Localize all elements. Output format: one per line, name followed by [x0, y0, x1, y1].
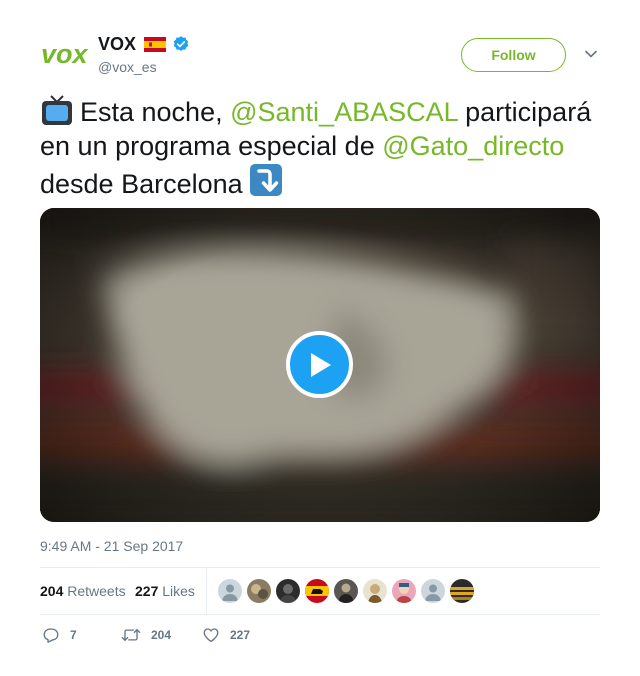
- like-count: 227: [230, 628, 251, 642]
- tweet-text: Esta noche, @Santi_ABASCAL participará e…: [40, 94, 600, 201]
- tweet-stats: 204 Retweets 227 Likes: [40, 567, 600, 615]
- tweet-text-part3: desde Barcelona: [40, 169, 243, 199]
- retweets-count: 204: [40, 583, 64, 599]
- retweets-label: Retweets: [67, 583, 126, 599]
- retweet-count: 204: [151, 628, 172, 642]
- play-icon: [310, 352, 331, 377]
- play-button[interactable]: [286, 331, 353, 398]
- mention-santi-abascal[interactable]: @Santi_ABASCAL: [230, 97, 458, 127]
- likes-count: 227: [135, 583, 159, 599]
- retweets-stat[interactable]: 204 Retweets: [40, 583, 126, 599]
- avatar[interactable]: [450, 579, 474, 603]
- tweet-timestamp[interactable]: 9:49 AM - 21 Sep 2017: [40, 538, 183, 554]
- like-button[interactable]: 227: [202, 626, 250, 644]
- television-icon: [42, 95, 72, 125]
- arrow-down-right-icon: [249, 164, 282, 196]
- tweet-text-part1: Esta noche,: [80, 97, 231, 127]
- tweet-card: vox VOX @vox_es Follow Esta noche, @Sant…: [40, 30, 600, 643]
- heart-icon: [203, 628, 219, 643]
- account-handle[interactable]: @vox_es: [98, 59, 157, 75]
- avatar[interactable]: [421, 579, 445, 603]
- reply-count: 7: [70, 628, 77, 642]
- avatar[interactable]: [247, 579, 271, 603]
- avatar[interactable]: [363, 579, 387, 603]
- account-name-row: VOX: [98, 32, 190, 56]
- avatar[interactable]: [305, 579, 329, 603]
- avatar[interactable]: [392, 579, 416, 603]
- retweet-button[interactable]: 204: [121, 626, 171, 644]
- avatar[interactable]: [218, 579, 242, 603]
- verified-badge-icon: [173, 36, 189, 52]
- follow-button[interactable]: Follow: [461, 38, 566, 72]
- likes-label: Likes: [162, 583, 195, 599]
- avatar[interactable]: [334, 579, 358, 603]
- liker-avatars: [218, 579, 479, 603]
- stats-divider: [206, 568, 207, 614]
- reply-button[interactable]: 7: [42, 626, 77, 644]
- tweet-header: vox VOX @vox_es Follow: [40, 30, 600, 88]
- video-player[interactable]: [40, 208, 600, 522]
- tweet-actions: 7 204 227: [40, 626, 600, 646]
- svg-text:vox: vox: [41, 39, 89, 69]
- retweet-icon: [121, 629, 141, 641]
- mention-gato-directo[interactable]: @Gato_directo: [382, 131, 564, 161]
- reply-icon: [43, 628, 59, 643]
- avatar[interactable]: [276, 579, 300, 603]
- likes-stat[interactable]: 227 Likes: [135, 583, 195, 599]
- account-name[interactable]: VOX: [98, 34, 136, 55]
- chevron-down-icon[interactable]: [583, 48, 599, 60]
- spain-flag-icon: [144, 36, 167, 52]
- vox-logo[interactable]: vox: [40, 36, 90, 72]
